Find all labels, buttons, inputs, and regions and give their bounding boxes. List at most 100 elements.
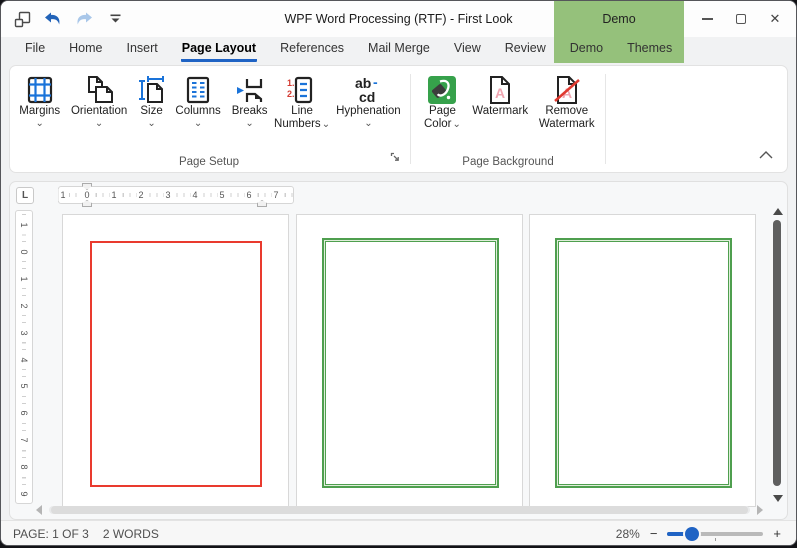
page-indicator: PAGE: 1 OF 3 — [13, 527, 89, 541]
title-bar: Demo WPF Word Processing (RTF) - First L… — [1, 1, 796, 37]
margins-icon — [25, 75, 55, 105]
tab-view[interactable]: View — [442, 37, 493, 63]
tab-stop-selector[interactable]: L — [16, 187, 34, 204]
undo-button[interactable] — [42, 7, 64, 31]
line-numbers-icon: 1. 2. — [287, 75, 317, 105]
scroll-down-icon[interactable] — [773, 495, 783, 502]
watermark-button[interactable]: A Watermark — [468, 73, 533, 118]
ruler-number: 0 — [82, 189, 91, 201]
ruler-number: 2 — [18, 300, 30, 312]
ribbon-tab-bar: File Home Insert Page Layout References … — [13, 37, 684, 63]
ruler-number: 4 — [190, 189, 199, 201]
chevron-down-icon: ⌄ — [364, 119, 372, 128]
dialog-launcher-button[interactable] — [390, 149, 400, 167]
page-border-red — [90, 241, 262, 487]
page-color-icon — [427, 75, 457, 105]
document-page-3[interactable] — [529, 214, 756, 507]
tab-page-layout[interactable]: Page Layout — [170, 37, 268, 63]
size-icon — [137, 75, 167, 105]
undo-icon — [44, 12, 62, 26]
chevron-down-icon: ⌄ — [147, 119, 155, 128]
tab-home[interactable]: Home — [57, 37, 114, 63]
ruler-number: 6 — [18, 407, 30, 419]
right-indent-marker[interactable] — [257, 200, 267, 207]
chevron-up-icon — [759, 151, 773, 159]
horizontal-scrollbar[interactable] — [36, 504, 763, 516]
page-color-button[interactable]: Page Color⌄ — [417, 73, 468, 131]
hyphenation-button[interactable]: ab - cd Hyphenation ⌄ — [331, 73, 406, 128]
page-border-green — [555, 238, 732, 488]
scroll-right-icon[interactable] — [757, 505, 763, 515]
tab-file[interactable]: File — [13, 37, 57, 63]
tab-demo[interactable]: Demo — [558, 37, 615, 63]
qat-dropdown-button[interactable] — [104, 7, 126, 31]
collapse-ribbon-button[interactable] — [759, 146, 773, 164]
scroll-left-icon[interactable] — [36, 505, 42, 515]
layout-button[interactable] — [11, 7, 33, 31]
zoom-level: 28% — [616, 527, 640, 541]
svg-text:2.: 2. — [287, 89, 295, 99]
vertical-scrollbar[interactable] — [771, 208, 784, 502]
demo-badge-label: Demo — [554, 1, 684, 37]
dialog-launcher-icon — [390, 152, 400, 162]
chevron-down-icon: ⌄ — [322, 119, 330, 130]
chevron-down-icon: ⌄ — [95, 119, 103, 128]
ruler-number: 3 — [18, 327, 30, 339]
tab-references[interactable]: References — [268, 37, 356, 63]
close-button[interactable]: ✕ — [758, 1, 792, 37]
ruler-number: 1 — [58, 189, 67, 201]
zoom-slider-thumb[interactable] — [685, 527, 699, 541]
tab-review[interactable]: Review — [493, 37, 558, 63]
ruler-number: 1 — [109, 189, 118, 201]
columns-button[interactable]: Columns ⌄ — [170, 73, 225, 128]
app-window: Demo WPF Word Processing (RTF) - First L… — [0, 0, 797, 546]
orientation-button[interactable]: Orientation ⌄ — [65, 73, 132, 128]
ruler-number: 0 — [18, 246, 30, 258]
group-label-page-background: Page Background — [413, 156, 603, 168]
document-page-2[interactable] — [296, 214, 523, 507]
tab-themes[interactable]: Themes — [615, 37, 684, 63]
tab-mail-merge[interactable]: Mail Merge — [356, 37, 442, 63]
ruler-number: 8 — [18, 461, 30, 473]
ribbon-group-separator — [410, 74, 411, 164]
document-page-1[interactable] — [62, 214, 289, 507]
horizontal-ruler[interactable]: 1 0 1 2 3 4 5 6 7 — [58, 186, 294, 204]
zoom-slider-tick — [715, 538, 716, 541]
page-border-green — [322, 238, 499, 488]
ruler-number: 5 — [217, 189, 226, 201]
chevron-bar-down-icon — [110, 14, 121, 24]
close-icon: ✕ — [770, 11, 781, 27]
chevron-down-icon: ⌄ — [36, 119, 44, 128]
margins-button[interactable]: Margins ⌄ — [14, 73, 65, 128]
ribbon-group-separator — [605, 74, 606, 164]
overlapping-pages-icon — [14, 11, 31, 28]
remove-watermark-button[interactable]: A Remove Watermark — [532, 73, 601, 131]
hanging-indent-marker[interactable] — [82, 200, 92, 207]
breaks-icon — [235, 75, 265, 105]
minimize-button[interactable] — [690, 1, 724, 37]
svg-text:cd: cd — [359, 89, 375, 105]
tab-insert[interactable]: Insert — [115, 37, 170, 63]
vertical-scroll-thumb[interactable] — [773, 220, 781, 486]
ruler-number: 2 — [136, 189, 145, 201]
maximize-button[interactable] — [724, 1, 758, 37]
redo-icon — [75, 12, 93, 26]
ruler-number: 1 — [18, 219, 30, 231]
size-button[interactable]: Size ⌄ — [133, 73, 171, 128]
breaks-button[interactable]: Breaks ⌄ — [226, 73, 274, 128]
scroll-up-icon[interactable] — [773, 208, 783, 215]
word-count: 2 WORDS — [103, 527, 159, 541]
ruler-number: 1 — [18, 273, 30, 285]
ruler-number: 4 — [18, 354, 30, 366]
zoom-slider[interactable] — [667, 532, 763, 536]
ruler-number: 3 — [163, 189, 172, 201]
document-area: L 1 0 1 2 3 4 5 6 7 1 0 1 2 3 4 5 6 7 8 … — [9, 181, 788, 520]
zoom-in-button[interactable]: + — [772, 527, 782, 540]
horizontal-scroll-thumb[interactable] — [51, 506, 748, 514]
redo-button[interactable] — [73, 7, 95, 31]
vertical-ruler[interactable]: 1 0 1 2 3 4 5 6 7 8 9 — [15, 210, 33, 504]
zoom-out-button[interactable]: − — [649, 527, 659, 540]
chevron-down-icon: ⌄ — [245, 119, 253, 128]
orientation-icon — [84, 75, 114, 105]
line-numbers-button[interactable]: 1. 2. Line Numbers⌄ — [273, 73, 330, 131]
